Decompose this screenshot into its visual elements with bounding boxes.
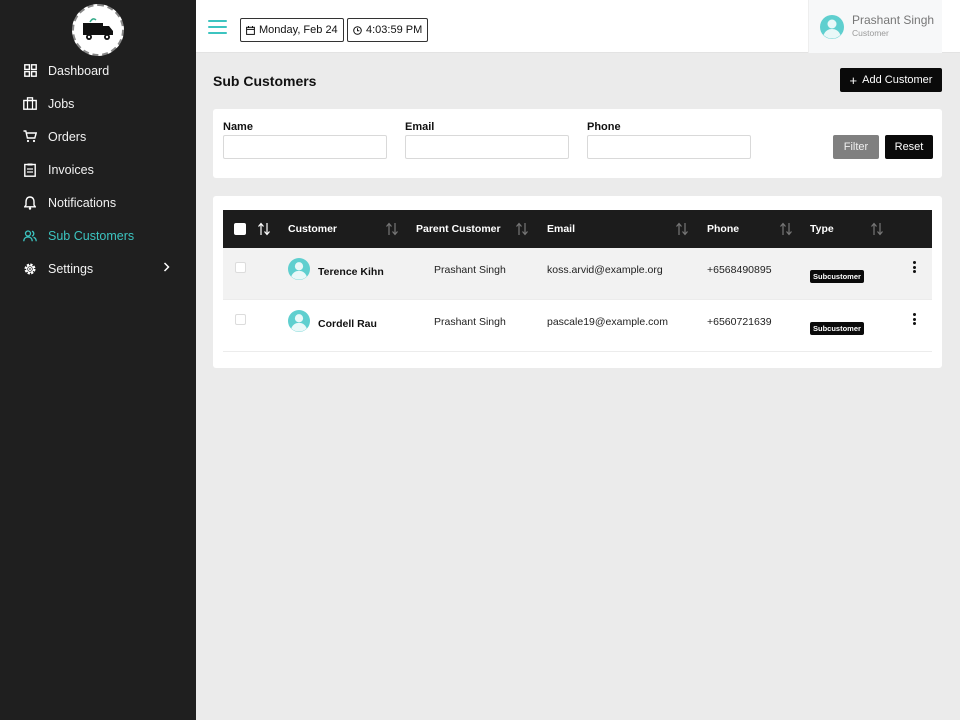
sidebar-item-dashboard[interactable]: Dashboard [0, 54, 196, 87]
row-actions-icon[interactable] [911, 261, 917, 275]
sort-icon[interactable] [780, 222, 792, 241]
column-header-customer[interactable]: Customer [288, 223, 337, 235]
user-role: Customer [852, 28, 889, 38]
sidebar-item-settings[interactable]: Settings [0, 252, 196, 285]
column-header-type[interactable]: Type [810, 223, 834, 235]
topbar: Monday, Feb 24 4:03:59 PM Prashant Singh… [196, 0, 960, 53]
sidebar-nav: Dashboard Jobs Orders Invoices Notificat… [0, 54, 196, 285]
chevron-right-icon[interactable] [163, 261, 170, 275]
menu-toggle-icon[interactable] [208, 20, 227, 34]
parent-customer: Prashant Singh [434, 316, 506, 328]
email-field[interactable] [405, 135, 569, 159]
parent-customer: Prashant Singh [434, 264, 506, 276]
name-field[interactable] [223, 135, 387, 159]
sidebar-item-label: Sub Customers [48, 228, 135, 243]
sub-customers-table: Customer Parent Customer Email Phone Typ… [213, 196, 942, 368]
column-header-phone[interactable]: Phone [707, 223, 739, 235]
page-title: Sub Customers [213, 73, 317, 89]
avatar [288, 258, 310, 285]
truck-icon [83, 18, 113, 40]
sidebar-item-label: Dashboard [48, 63, 110, 78]
time-text: 4:03:59 PM [366, 24, 423, 36]
date-text: Monday, Feb 24 [259, 24, 338, 36]
table-row[interactable]: Cordell Rau Prashant Singh pascale19@exa… [223, 300, 932, 352]
table-header: Customer Parent Customer Email Phone Typ… [223, 210, 932, 248]
company-logo[interactable] [72, 4, 124, 56]
add-customer-button[interactable]: + Add Customer [840, 68, 942, 92]
date-display: Monday, Feb 24 [240, 18, 344, 42]
sidebar-item-orders[interactable]: Orders [0, 120, 196, 153]
plus-icon: + [849, 72, 858, 88]
email-label: Email [405, 121, 435, 133]
phone-cell: +6568490895 [707, 264, 772, 276]
phone-label: Phone [587, 121, 621, 133]
sidebar-item-invoices[interactable]: Invoices [0, 153, 196, 186]
email-cell: koss.arvid@example.org [547, 264, 663, 276]
type-badge: Subcustomer [810, 270, 864, 283]
customer-name[interactable]: Terence Kihn [318, 266, 384, 278]
sort-icon[interactable] [258, 222, 270, 241]
row-checkbox[interactable] [235, 262, 246, 273]
sort-icon[interactable] [871, 222, 883, 241]
avatar [288, 310, 310, 337]
cart-icon [22, 129, 38, 145]
dashboard-icon [22, 63, 38, 79]
row-actions-icon[interactable] [911, 313, 917, 327]
sidebar-item-label: Jobs [48, 96, 75, 111]
phone-cell: +6560721639 [707, 316, 772, 328]
column-header-parent-customer[interactable]: Parent Customer [416, 223, 501, 235]
user-name: Prashant Singh [852, 13, 935, 27]
sidebar-item-label: Notifications [48, 195, 117, 210]
sidebar-item-jobs[interactable]: Jobs [0, 87, 196, 120]
row-checkbox[interactable] [235, 314, 246, 325]
table-row[interactable]: Terence Kihn Prashant Singh koss.arvid@e… [223, 248, 932, 300]
filter-panel: Name Email Phone Filter Reset [213, 109, 942, 178]
invoice-icon [22, 162, 38, 178]
reset-button[interactable]: Reset [885, 135, 933, 159]
sort-icon[interactable] [386, 222, 398, 241]
name-label: Name [223, 121, 253, 133]
briefcase-icon [22, 96, 38, 112]
avatar [820, 15, 844, 44]
gear-icon [22, 261, 38, 277]
clock-icon [353, 25, 362, 35]
customer-name[interactable]: Cordell Rau [318, 318, 377, 330]
add-customer-label: Add Customer [862, 74, 933, 86]
user-menu[interactable]: Prashant Singh Customer [808, 0, 942, 53]
select-all-checkbox[interactable] [234, 223, 246, 235]
sidebar-item-sub-customers[interactable]: Sub Customers [0, 219, 196, 252]
sort-icon[interactable] [516, 222, 528, 241]
sidebar-item-notifications[interactable]: Notifications [0, 186, 196, 219]
users-icon [22, 228, 38, 244]
column-header-email[interactable]: Email [547, 223, 575, 235]
sidebar-item-label: Invoices [48, 162, 94, 177]
bell-icon [22, 195, 38, 211]
sidebar: Dashboard Jobs Orders Invoices Notificat… [0, 0, 196, 720]
phone-field[interactable] [587, 135, 751, 159]
sidebar-item-label: Settings [48, 261, 94, 276]
sidebar-item-label: Orders [48, 129, 87, 144]
sort-icon[interactable] [676, 222, 688, 241]
calendar-icon [246, 25, 255, 35]
time-display: 4:03:59 PM [347, 18, 429, 42]
type-badge: Subcustomer [810, 322, 864, 335]
filter-button[interactable]: Filter [833, 135, 879, 159]
email-cell: pascale19@example.com [547, 316, 668, 328]
